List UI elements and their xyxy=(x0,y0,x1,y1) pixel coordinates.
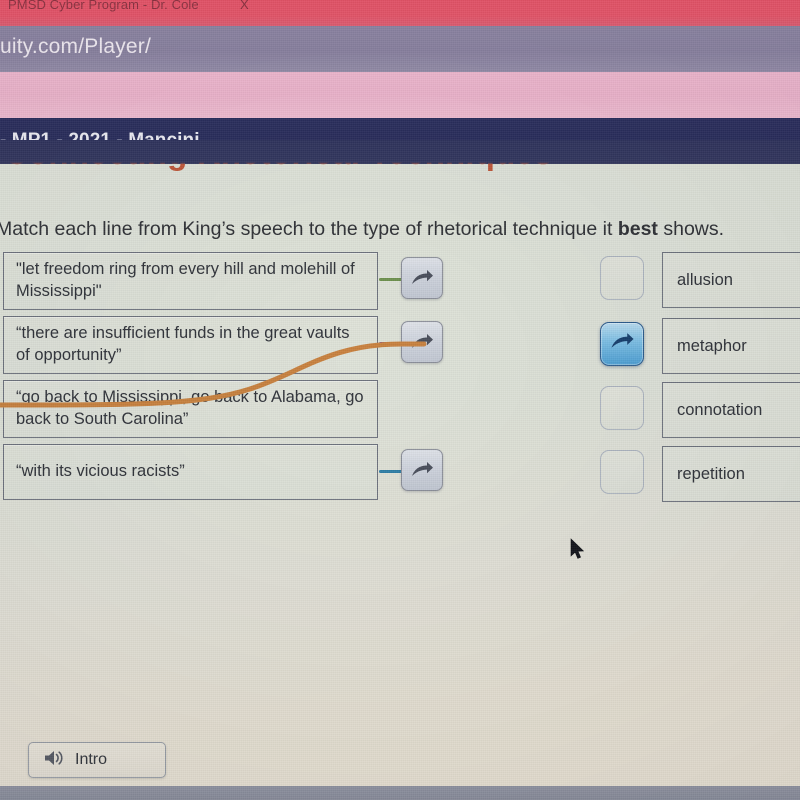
arrow-icon xyxy=(410,460,434,480)
bottom-bar xyxy=(0,786,800,800)
prompt-card[interactable]: “go back to Mississippi, go back to Alab… xyxy=(3,380,378,438)
answer-card-metaphor[interactable]: metaphor xyxy=(662,318,800,374)
answer-label: metaphor xyxy=(677,336,747,355)
prompt-card[interactable]: “with its vicious racists” xyxy=(3,444,378,500)
instruction-emphasis: best xyxy=(617,218,658,240)
arrow-icon xyxy=(609,331,635,357)
answer-slot-allusion[interactable] xyxy=(600,256,644,300)
intro-button-label: Intro xyxy=(75,751,108,768)
answer-card-connotation[interactable]: connotation xyxy=(662,382,800,438)
mouse-cursor xyxy=(570,538,586,566)
prompt-card-text: “go back to Mississippi, go back to Alab… xyxy=(16,388,364,428)
answer-label: connotation xyxy=(677,400,763,419)
connect-button-prompt-2[interactable] xyxy=(401,321,443,363)
header-overlap-mask xyxy=(0,140,800,164)
answer-slot-connotation[interactable] xyxy=(600,386,644,430)
browser-tab-bar: PMSD Cyber Program - Dr. Cole X xyxy=(0,0,800,26)
arrow-icon xyxy=(410,268,434,288)
answer-card-allusion[interactable]: allusion xyxy=(662,252,800,308)
answer-label: repetition xyxy=(677,464,745,483)
answer-slot-metaphor[interactable] xyxy=(600,322,644,366)
prompt-card[interactable]: “there are insufficient funds in the gre… xyxy=(3,316,378,374)
browser-bookmark-bar xyxy=(0,72,800,118)
intro-audio-button[interactable]: Intro xyxy=(28,742,166,778)
answer-slot-repetition[interactable] xyxy=(600,450,644,494)
arrow-icon xyxy=(410,332,434,352)
browser-address-bar[interactable]: uity.com/Player/ xyxy=(0,26,800,72)
browser-tab-title[interactable]: PMSD Cyber Program - Dr. Cole xyxy=(8,0,199,12)
instruction-part-2: shows. xyxy=(657,218,725,240)
answer-label: allusion xyxy=(677,270,733,289)
prompt-card[interactable]: "let freedom ring from every hill and mo… xyxy=(3,252,378,310)
question-instruction: Match each line from King’s speech to th… xyxy=(0,218,800,241)
speaker-icon xyxy=(43,749,65,772)
answer-card-repetition[interactable]: repetition xyxy=(662,446,800,502)
prompt-card-text: “there are insufficient funds in the gre… xyxy=(16,324,350,364)
address-bar-url[interactable]: uity.com/Player/ xyxy=(0,35,151,59)
screen-photo: PMSD Cyber Program - Dr. Cole X uity.com… xyxy=(0,0,800,800)
connect-button-prompt-4[interactable] xyxy=(401,449,443,491)
prompt-card-text: "let freedom ring from every hill and mo… xyxy=(16,260,355,300)
prompt-card-text: “with its vicious racists” xyxy=(16,462,185,481)
instruction-part-1: Match each line from King’s speech to th… xyxy=(0,218,618,240)
connect-button-prompt-1[interactable] xyxy=(401,257,443,299)
close-icon[interactable]: X xyxy=(240,0,249,12)
